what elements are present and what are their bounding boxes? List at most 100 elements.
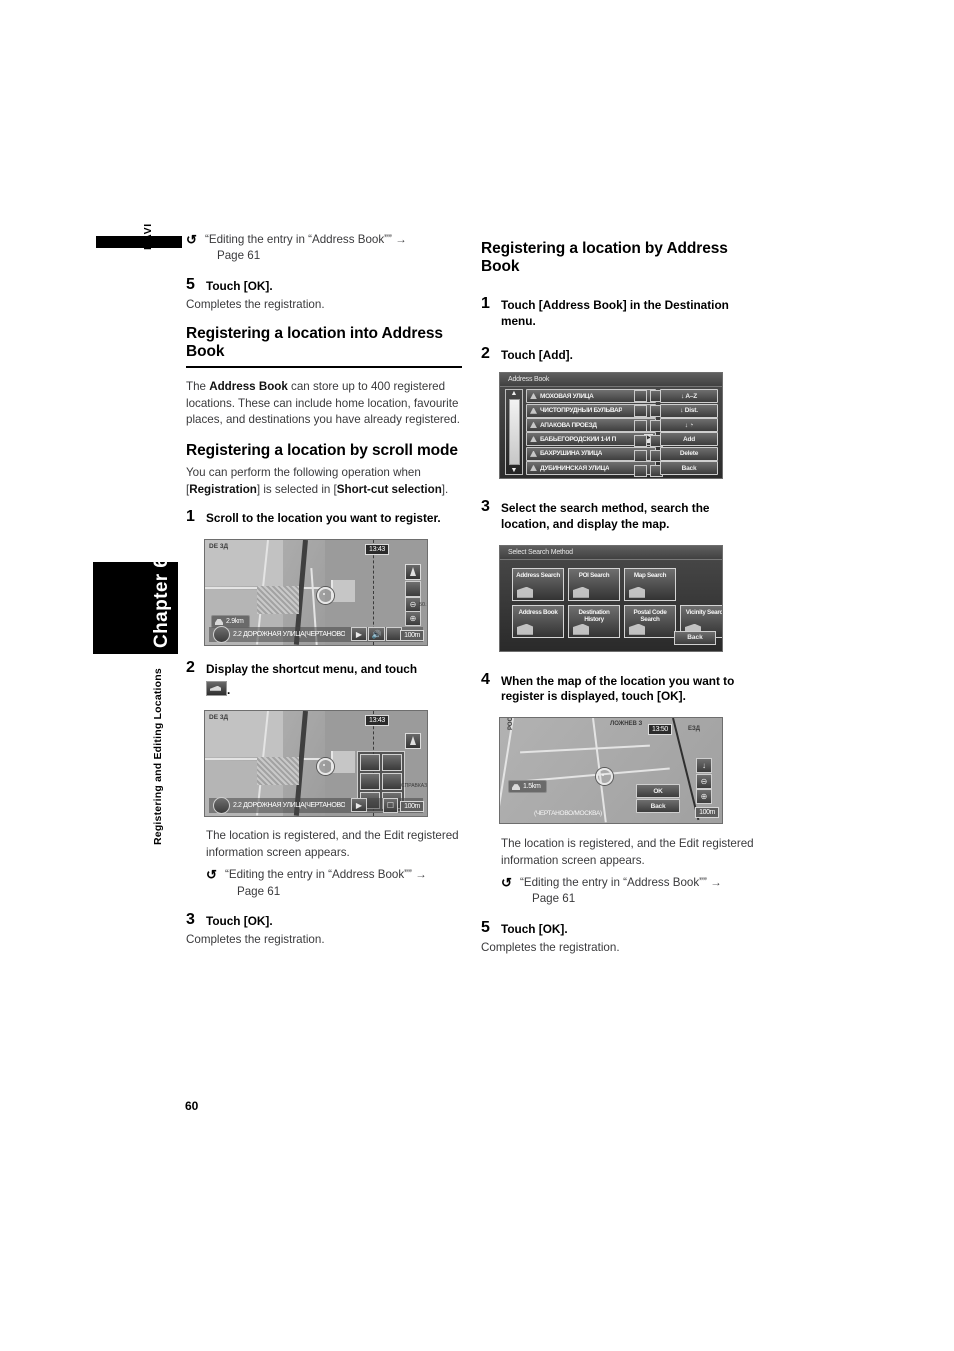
scroll-intro-bold-shortcut: Short-cut selection: [336, 482, 442, 496]
location-pin-icon: [530, 450, 537, 457]
scroll-intro-bold-registration: Registration: [189, 482, 257, 496]
address-book-button-column: ↓ A–Z ↓ Dist. ↓ ◔ Add Delete Back: [660, 389, 718, 476]
edit-icon[interactable]: [634, 390, 647, 403]
edit-icon[interactable]: [634, 435, 647, 448]
tile-address-book[interactable]: Address Book: [512, 604, 564, 638]
intro-part-1: The: [186, 380, 210, 394]
screenshot-map-scroll: DE 3Д 13:43 2.9km ⊖ ⊕ 50.9 2.2 ДОРОЖНАЯ …: [204, 539, 428, 646]
list-scrollbar[interactable]: ▲ ▼: [505, 389, 523, 476]
map-street-name: 2.2 ДОРОЖНАЯ УЛИЦА(ЧЕРТАНОВО: [233, 802, 346, 810]
row-action-icon-column: [634, 390, 663, 478]
navi-marker-bar: [96, 236, 182, 248]
tile-postal-code-search[interactable]: Postal Code Search: [624, 604, 676, 638]
scrollbar-thumb[interactable]: [508, 399, 520, 466]
list-item-label: МОХОВАЯ УЛИЦА: [540, 392, 594, 400]
edit-icon[interactable]: [634, 420, 647, 433]
cross-reference-text: “Editing the entry in “Address Book”” →: [225, 868, 427, 882]
map-top-label: ЛОЖНЕВ З: [610, 721, 643, 728]
step-5-left: 5 Touch [OK]. Completes the registration…: [186, 276, 462, 313]
step-number: 3: [186, 911, 195, 929]
step-number: 1: [481, 295, 490, 313]
shortcut-item-destination-icon[interactable]: [360, 754, 380, 772]
map-cursor-crosshair: [596, 768, 613, 786]
tile-poi-search[interactable]: POI Search: [568, 567, 620, 601]
tile-map-search[interactable]: Map Search: [624, 567, 676, 601]
back-button[interactable]: Back: [660, 461, 718, 476]
intro-bold-address-book: Address Book: [209, 380, 288, 394]
cross-reference-page: Page 61: [217, 249, 261, 263]
step-title: Touch [OK].: [501, 921, 568, 936]
tile-destination-history[interactable]: Destination History: [568, 604, 620, 638]
chapter-title-vertical: Registering and Editing Locations: [152, 668, 164, 845]
location-pin-icon: [530, 465, 537, 472]
step-title: Touch [OK].: [206, 278, 273, 293]
ok-button[interactable]: OK: [636, 784, 680, 799]
map-building: [331, 580, 355, 602]
tile-label: POI Search: [578, 571, 610, 579]
tile-label: Address Search: [516, 571, 560, 579]
sort-recent-button[interactable]: ↓ ◔: [660, 418, 718, 433]
back-button[interactable]: Back: [636, 799, 680, 814]
hook-arrow-icon: ↺: [501, 874, 512, 890]
map-side-label: 50.9: [419, 602, 427, 608]
cross-reference-step4: ↺ “Editing the entry in “Address Book”” …: [501, 875, 757, 908]
volume-icon[interactable]: 🔊: [368, 627, 385, 641]
cross-reference-text: “Editing the entry in “Address Book”” →: [520, 875, 722, 889]
scroll-down-icon[interactable]: ▼: [511, 467, 518, 474]
tile-label: Vicinity Search: [685, 608, 723, 616]
step-title: When the map of the location you want to…: [501, 673, 735, 704]
shortcut-item-info-icon[interactable]: [360, 773, 380, 791]
screen-title: Select Search Method: [500, 545, 722, 560]
section-heading-registering-by-address-book: Registering a location by Address Book: [481, 240, 728, 276]
play-icon[interactable]: ▶: [351, 798, 367, 813]
map-view-mode-icon[interactable]: [405, 581, 421, 597]
map-cursor-crosshair: [317, 587, 334, 604]
back-button[interactable]: Back: [674, 630, 716, 645]
edit-icon[interactable]: [634, 405, 647, 418]
postal-code-icon: [629, 623, 645, 635]
section-heading-scroll-mode: Registering a location by scroll mode: [186, 442, 458, 460]
zoom-in-icon[interactable]: ⊕: [696, 789, 712, 805]
tile-address-search[interactable]: Address Search: [512, 567, 564, 601]
navi-side-tab-label: NAVI: [142, 223, 154, 250]
step-4-note-block: The location is registered, and the Edit…: [481, 836, 757, 908]
map-time-display: 13:43: [365, 544, 390, 555]
step-4-note: The location is registered, and the Edit…: [501, 837, 754, 867]
chapter-tab-label: Chapter 6: [151, 556, 172, 648]
location-pin-icon: [530, 436, 537, 443]
edit-icon[interactable]: [634, 450, 647, 463]
sort-distance-button[interactable]: ↓ Dist.: [660, 403, 718, 418]
play-icon[interactable]: ▶: [351, 627, 367, 641]
tile-label: Map Search: [633, 571, 667, 579]
sort-az-button[interactable]: ↓ A–Z: [660, 389, 718, 404]
scroll-intro-paragraph: You can perform the following operation …: [186, 465, 462, 498]
step-title: Scroll to the location you want to regis…: [206, 511, 441, 526]
screen-title: Address Book: [500, 373, 722, 388]
step-3-left: 3 Touch [OK]. Completes the registration…: [186, 911, 462, 948]
map-corner-label: DE 3Д: [209, 543, 229, 550]
edit-icon[interactable]: [634, 465, 647, 478]
compass-icon: [405, 733, 421, 750]
zoom-in-icon[interactable]: ⊕: [405, 611, 421, 626]
zoom-out-icon[interactable]: ⊖: [696, 774, 712, 790]
step-number: 2: [186, 659, 195, 676]
registration-icon-glyph: [210, 685, 221, 691]
manual-page: NAVI Chapter 6 Registering and Editing L…: [0, 0, 954, 1351]
right-column: Registering a location by Address Book 1…: [481, 232, 757, 968]
registration-shortcut-icon: [206, 680, 227, 696]
scroll-intro-part-2: ] is selected in [: [256, 482, 337, 496]
hook-arrow-icon: ↺: [206, 867, 217, 883]
location-pin-icon: [530, 422, 537, 429]
cross-reference-text: “Editing the entry in “Address Book”” →: [205, 233, 407, 246]
step-4-right: 4 When the map of the location you want …: [481, 671, 757, 705]
close-menu-icon[interactable]: ☐: [383, 798, 398, 814]
shortcut-item-route-icon[interactable]: [382, 773, 402, 791]
map-scale-indicator: 100m: [695, 807, 719, 819]
map-orientation-icon[interactable]: ↓: [696, 758, 712, 774]
shortcut-item-volume-icon[interactable]: [382, 754, 402, 772]
delete-button[interactable]: Delete: [660, 446, 718, 461]
address-search-icon: [517, 586, 533, 598]
scroll-up-icon[interactable]: ▲: [511, 390, 518, 397]
add-button[interactable]: Add: [660, 432, 718, 447]
voice-guidance-icon[interactable]: [213, 626, 230, 643]
